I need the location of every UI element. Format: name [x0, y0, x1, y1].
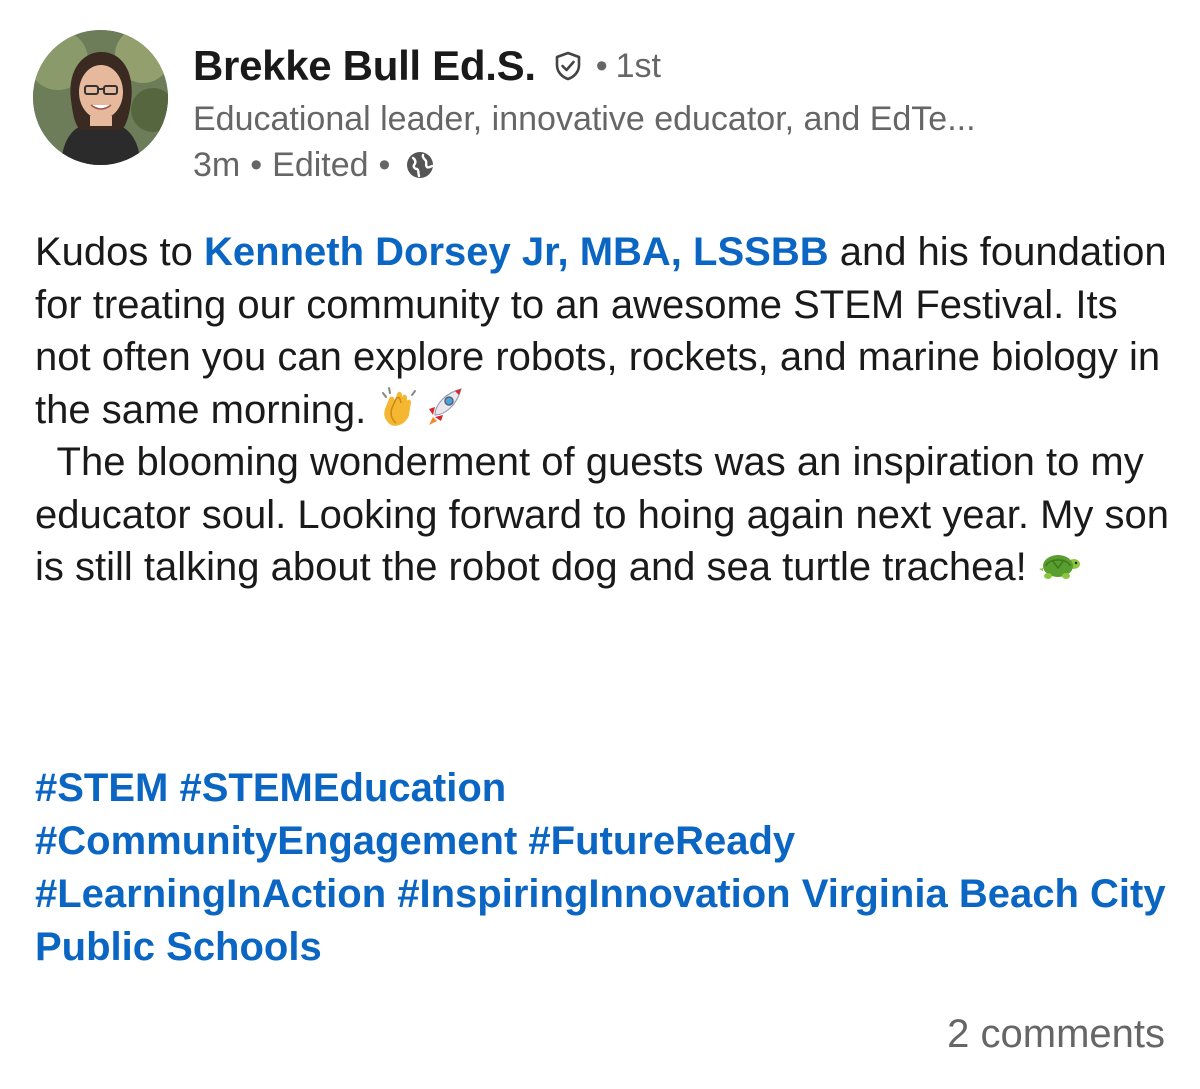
author-block: Brekke Bull Ed.S. • 1st Educational lead… — [193, 40, 1173, 188]
avatar[interactable] — [33, 30, 168, 165]
post-text: The blooming wonderment of guests was an… — [35, 440, 1170, 589]
separator-dot: • — [378, 145, 391, 184]
hashtag-link[interactable]: #LearningInAction — [35, 872, 386, 916]
post-paragraph-2: The blooming wonderment of guests was an… — [35, 436, 1175, 594]
post-header: Brekke Bull Ed.S. • 1st Educational lead… — [33, 30, 1173, 190]
author-name[interactable]: Brekke Bull Ed.S. — [193, 42, 536, 90]
mention-link[interactable]: Kenneth Dorsey Jr, MBA, LSSBB — [204, 230, 829, 274]
hashtag-block: #STEM #STEMEducation #CommunityEngagemen… — [35, 762, 1175, 974]
edited-label: Edited — [272, 145, 369, 184]
hashtag-link[interactable]: #CommunityEngagement — [35, 819, 517, 863]
post-paragraph-1: Kudos to Kenneth Dorsey Jr, MBA, LSSBB a… — [35, 226, 1175, 436]
comments-count-link[interactable]: 2 comments — [947, 1012, 1165, 1057]
post-text-prefix: Kudos to — [35, 230, 205, 274]
hashtag-link[interactable]: #InspiringInnovation — [397, 872, 790, 916]
rocket-emoji — [421, 385, 465, 429]
hashtag-link[interactable]: #STEM — [35, 766, 168, 810]
separator-dot: • — [250, 145, 263, 184]
post-meta: 3m • Edited • — [193, 142, 1173, 188]
hashtag-link[interactable]: #STEMEducation — [179, 766, 506, 810]
separator-dot: • — [595, 46, 608, 85]
author-headline[interactable]: Educational leader, innovative educator,… — [193, 96, 1173, 142]
turtle-emoji — [1038, 542, 1082, 586]
globe-icon — [404, 149, 436, 181]
shield-check-icon — [552, 50, 584, 82]
connection-degree: 1st — [615, 46, 661, 85]
post-time: 3m — [193, 145, 241, 184]
clapping-hands-emoji — [377, 385, 421, 429]
hashtag-link[interactable]: #FutureReady — [528, 819, 795, 863]
post-body: Kudos to Kenneth Dorsey Jr, MBA, LSSBB a… — [35, 226, 1175, 594]
name-row: Brekke Bull Ed.S. • 1st — [193, 40, 1173, 92]
avatar-photo — [33, 30, 168, 165]
